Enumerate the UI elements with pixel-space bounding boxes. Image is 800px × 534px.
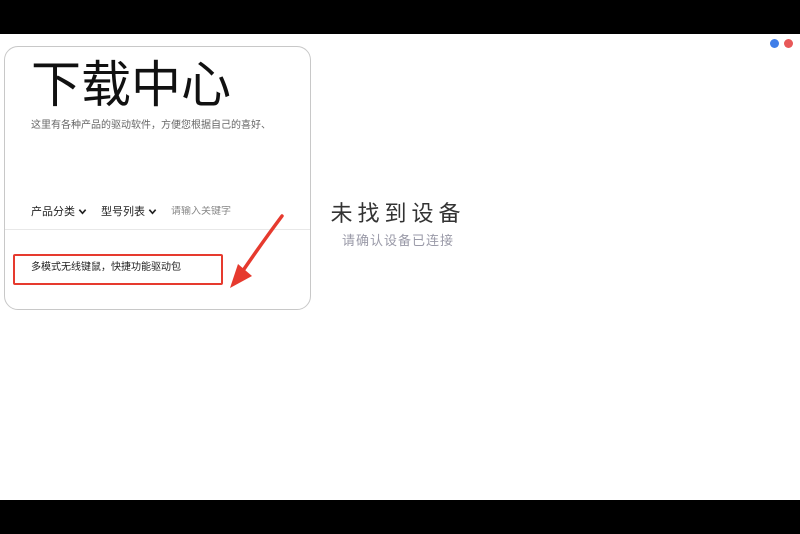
model-dropdown[interactable]: 型号列表 <box>101 203 157 219</box>
page-description: 这里有各种产品的驱动软件，方便您根据自己的喜好、 <box>31 120 271 131</box>
empty-state: 未找到设备 请确认设备已连接 <box>318 200 478 252</box>
empty-state-title: 未找到设备 <box>330 202 466 227</box>
page-title: 下载中心 <box>31 56 231 114</box>
window-dots <box>770 39 793 48</box>
annotation-arrow-icon <box>230 214 284 288</box>
chevron-down-icon <box>148 208 157 215</box>
blue-dot-icon[interactable] <box>770 39 779 48</box>
app-window: 下载中心 这里有各种产品的驱动软件，方便您根据自己的喜好、 产品分类 型号列表 … <box>0 34 800 500</box>
red-dot-icon[interactable] <box>784 39 793 48</box>
highlight-box <box>13 254 223 285</box>
category-dropdown-label: 产品分类 <box>31 205 75 218</box>
empty-state-hint: 请确认设备已连接 <box>341 234 454 249</box>
category-dropdown[interactable]: 产品分类 <box>31 203 87 219</box>
chevron-down-icon <box>78 208 87 215</box>
model-dropdown-label: 型号列表 <box>101 205 145 218</box>
